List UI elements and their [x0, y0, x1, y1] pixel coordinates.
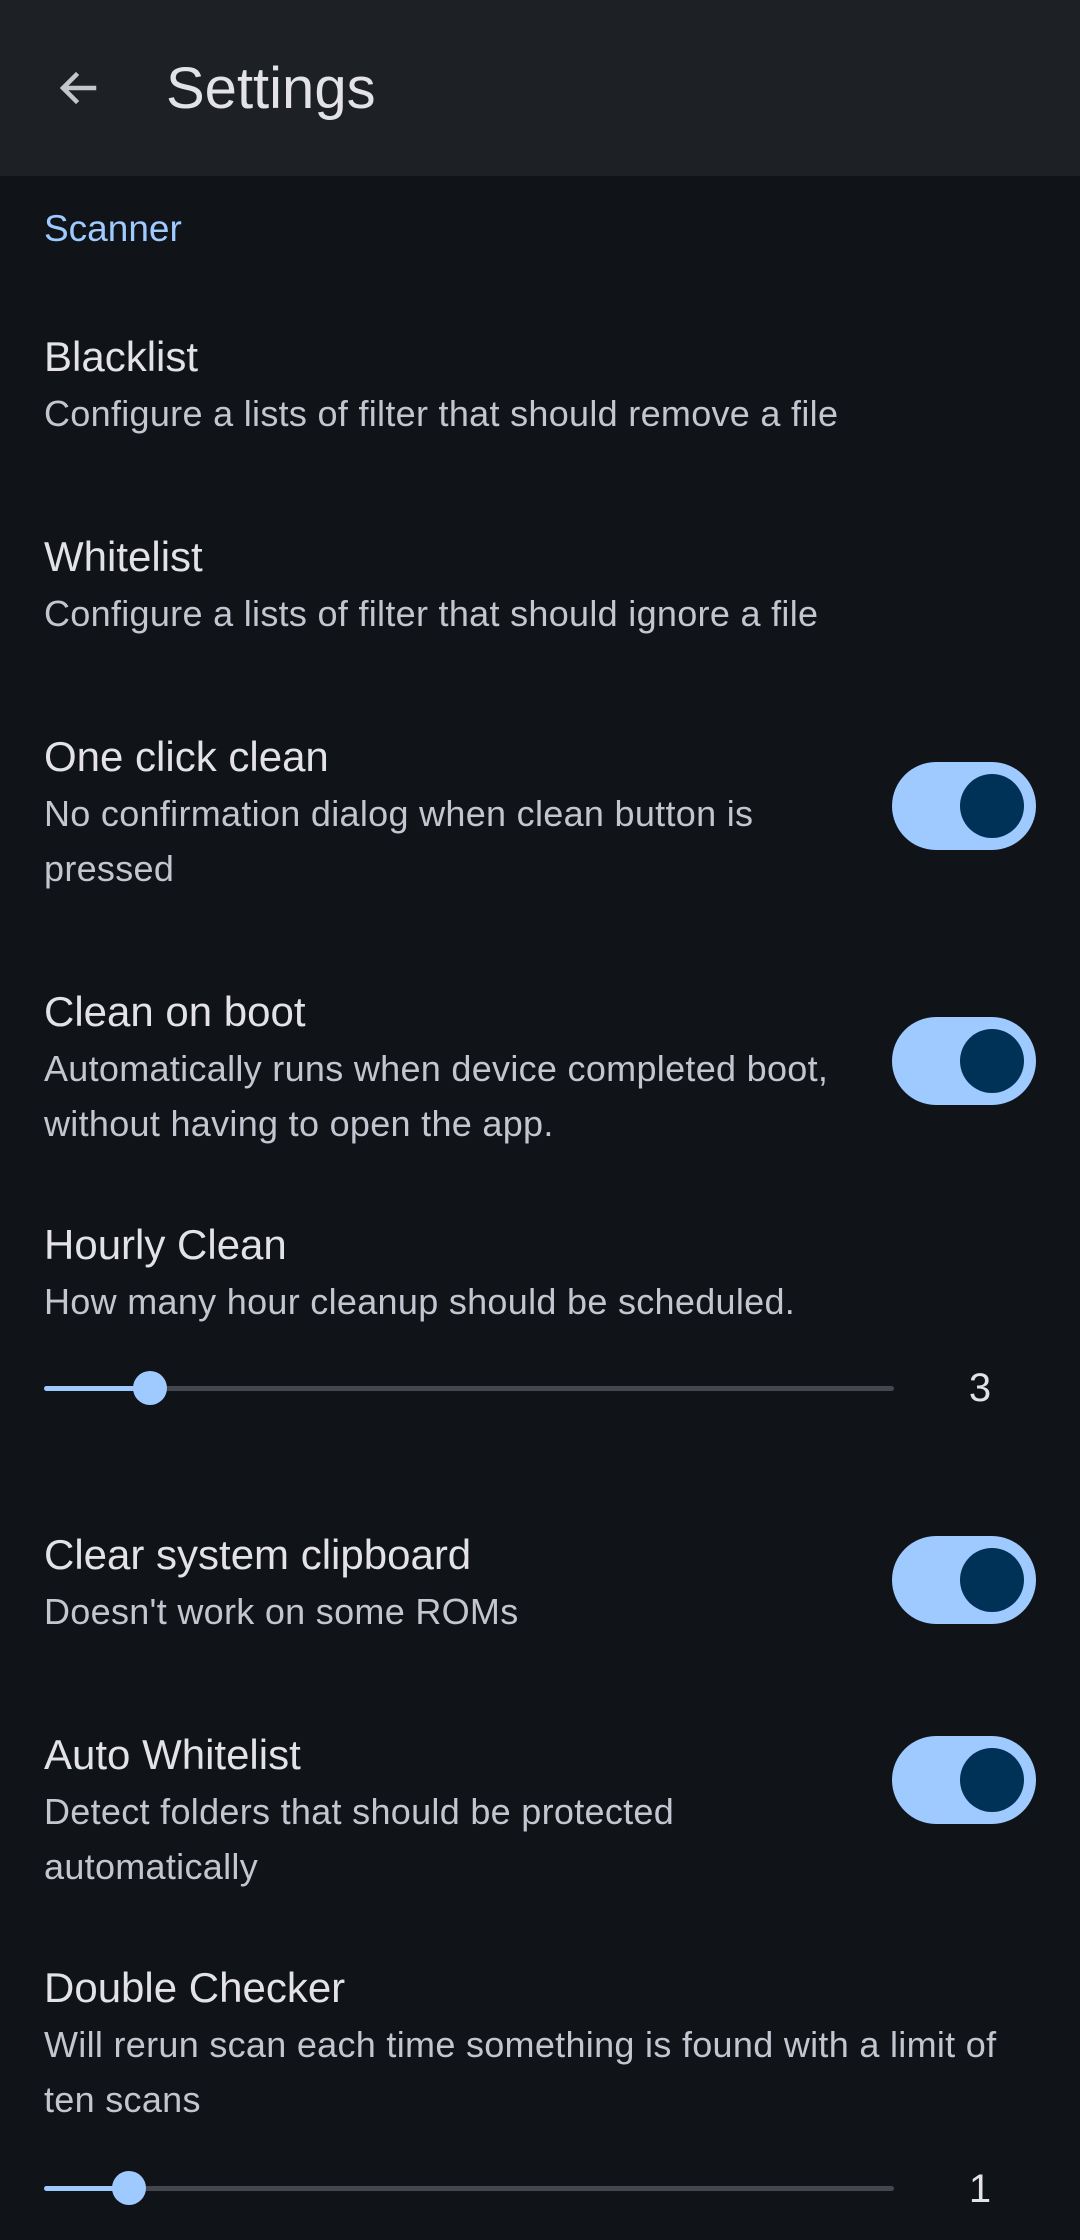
hourly-clean-slider[interactable] [44, 1371, 894, 1405]
hourly-clean-value: 3 [968, 1366, 992, 1410]
switch-thumb [960, 774, 1024, 838]
arrow-left-icon [59, 71, 97, 105]
pref-auto-whitelist[interactable]: Auto Whitelist Detect folders that shoul… [0, 1728, 1080, 1928]
pref-summary: Will rerun scan each time something is f… [44, 2024, 997, 2120]
pref-whitelist[interactable]: Whitelist Configure a lists of filter th… [0, 530, 1080, 680]
switch-thumb [960, 1029, 1024, 1093]
pref-blacklist[interactable]: Blacklist Configure a lists of filter th… [0, 330, 1080, 480]
pref-hourly-clean[interactable]: Hourly Clean How many hour cleanup shoul… [0, 1218, 1080, 1448]
pref-title: Clear system clipboard [44, 1531, 472, 1578]
switch-thumb [960, 1748, 1024, 1812]
pref-summary: Configure a lists of filter that should … [44, 593, 819, 634]
pref-summary: Doesn't work on some ROMs [44, 1591, 519, 1632]
pref-title: Whitelist [44, 533, 203, 580]
top-app-bar: Settings [0, 0, 1080, 176]
settings-list[interactable]: Scanner Blacklist Configure a lists of f… [0, 176, 1080, 2240]
pref-clean-on-boot[interactable]: Clean on boot Automatically runs when de… [0, 985, 1080, 1185]
pref-summary: Detect folders that should be protected … [44, 1791, 675, 1887]
clean-on-boot-switch[interactable] [892, 1017, 1036, 1105]
switch-thumb [960, 1548, 1024, 1612]
one-click-clean-switch[interactable] [892, 762, 1036, 850]
back-button[interactable] [30, 48, 126, 128]
double-checker-slider[interactable] [44, 2171, 894, 2205]
slider-thumb[interactable] [112, 2171, 146, 2205]
section-header-scanner: Scanner [44, 208, 182, 249]
auto-whitelist-switch[interactable] [892, 1736, 1036, 1824]
page-title: Settings [166, 56, 376, 121]
pref-summary: Configure a lists of filter that should … [44, 393, 839, 434]
pref-summary: How many hour cleanup should be schedule… [44, 1281, 796, 1322]
pref-title: One click clean [44, 733, 329, 780]
pref-title: Auto Whitelist [44, 1731, 301, 1778]
pref-one-click-clean[interactable]: One click clean No confirmation dialog w… [0, 730, 1080, 930]
clear-clipboard-switch[interactable] [892, 1536, 1036, 1624]
pref-summary: Automatically runs when device completed… [44, 1048, 829, 1144]
slider-thumb[interactable] [133, 1371, 168, 1405]
pref-double-checker[interactable]: Double Checker Will rerun scan each time… [0, 1961, 1080, 2240]
pref-title: Hourly Clean [44, 1221, 287, 1268]
pref-title: Clean on boot [44, 988, 306, 1035]
pref-summary: No confirmation dialog when clean button… [44, 793, 754, 889]
pref-title: Blacklist [44, 333, 199, 380]
double-checker-value: 1 [968, 2167, 992, 2211]
pref-title: Double Checker [44, 1964, 346, 2011]
pref-clear-system-clipboard[interactable]: Clear system clipboard Doesn't work on s… [0, 1528, 1080, 1678]
